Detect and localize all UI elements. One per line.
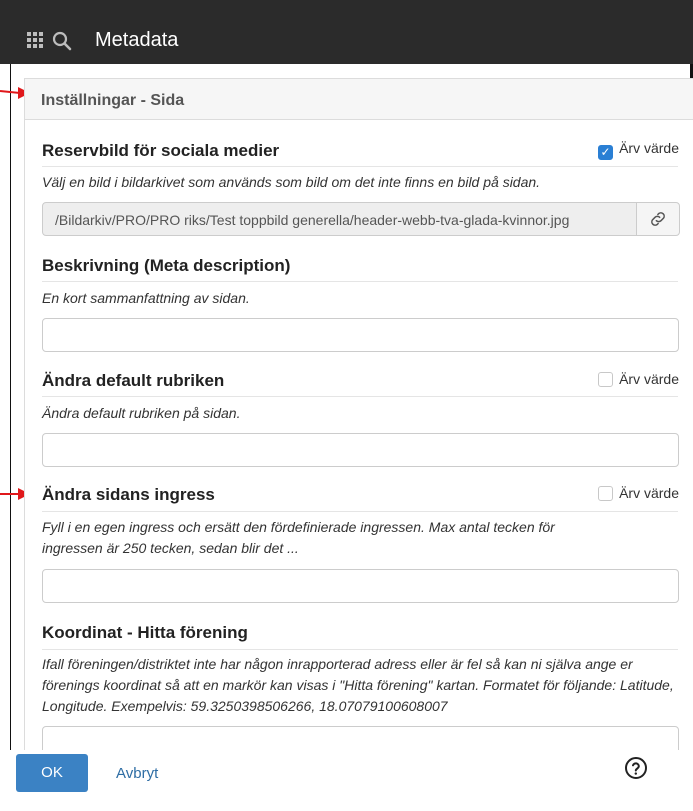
link-button[interactable]: [636, 202, 680, 236]
divider: [42, 396, 678, 397]
coordinate-help: Ifall föreningen/distriktet inte har någ…: [42, 656, 674, 714]
checkbox-unchecked-icon[interactable]: [598, 486, 614, 501]
default-heading-title: Ändra default rubriken: [42, 371, 225, 390]
inherit-label: Ärv värde: [619, 371, 679, 387]
inherit-label: Ärv värde: [619, 140, 679, 156]
social-image-inherit[interactable]: ✓ Ärv värde: [598, 140, 679, 160]
panel-body: Reservbild för sociala medier ✓ Ärv värde…: [25, 120, 693, 811]
ok-button[interactable]: OK: [16, 754, 88, 792]
checkbox-unchecked-icon[interactable]: [598, 372, 614, 387]
ingress-help: Fyll i en egen ingress och ersätt den fö…: [42, 519, 555, 556]
settings-panel: Inställningar - Sida Reservbild för soci…: [24, 78, 693, 811]
divider: [42, 281, 678, 282]
description-title: Beskrivning (Meta description): [42, 256, 291, 275]
social-image-path-field[interactable]: /Bildarkiv/PRO/PRO riks/Test toppbild ge…: [42, 202, 637, 236]
panel-header: Inställningar - Sida: [25, 79, 693, 120]
default-heading-inherit[interactable]: Ärv värde: [598, 371, 679, 387]
link-icon: [651, 212, 665, 226]
left-margin: [0, 64, 11, 810]
description-help: En kort sammanfattning av sidan.: [42, 290, 250, 306]
ingress-inherit[interactable]: Ärv värde: [598, 485, 679, 501]
coordinate-title: Koordinat - Hitta förening: [42, 623, 248, 642]
divider: [42, 511, 678, 512]
checkbox-checked-icon[interactable]: ✓: [598, 145, 614, 160]
search-icon[interactable]: [52, 31, 72, 51]
default-heading-input[interactable]: [42, 433, 679, 467]
social-image-title: Reservbild för sociala medier: [42, 141, 280, 160]
divider: [42, 649, 678, 650]
window-title: Metadata: [95, 29, 179, 51]
social-image-help: Välj en bild i bildarkivet som används s…: [42, 174, 541, 190]
ingress-title: Ändra sidans ingress: [42, 485, 215, 504]
default-heading-help: Ändra default rubriken på sidan.: [42, 405, 241, 421]
help-icon[interactable]: [624, 756, 648, 780]
footer: OK Avbryt: [0, 750, 693, 810]
ingress-input[interactable]: [42, 569, 679, 603]
panel-title: Inställningar - Sida: [41, 92, 185, 109]
divider: [42, 166, 678, 167]
cancel-link[interactable]: Avbryt: [116, 765, 158, 782]
grid-icon[interactable]: [27, 32, 43, 48]
inherit-label: Ärv värde: [619, 485, 679, 501]
top-bar: Metadata: [0, 0, 693, 64]
description-input[interactable]: [42, 318, 679, 352]
